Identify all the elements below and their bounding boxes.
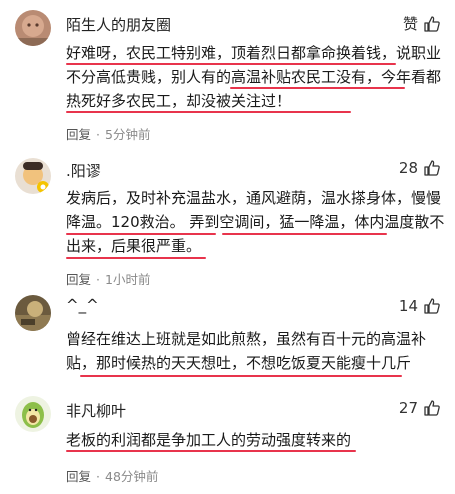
username[interactable]: .阳谬 bbox=[66, 160, 101, 181]
comment-text: 老板的利润都是争加工人的劳动强度转来的 bbox=[66, 431, 352, 449]
timestamp: 48分钟前 bbox=[105, 469, 159, 484]
thumbs-up-icon bbox=[423, 399, 441, 417]
highlight-underline bbox=[230, 87, 405, 89]
username[interactable]: 非凡柳叶 bbox=[66, 400, 126, 421]
like-button[interactable]: 14 bbox=[399, 297, 441, 315]
comment-meta: 回复 · 5分钟前 bbox=[66, 127, 151, 142]
comment-2: .阳谬 28 发病后，及时补充温盐水，通风避荫，温水搽身体，慢慢降温。120救治… bbox=[0, 150, 455, 287]
highlight-underline bbox=[66, 233, 216, 235]
like-label: 赞 bbox=[402, 15, 418, 33]
username[interactable]: 陌生人的朋友圈 bbox=[66, 14, 171, 35]
reply-link[interactable]: 回复 bbox=[66, 127, 91, 142]
comment-1: 陌生人的朋友圈 赞 好难呀，农民工特别难，顶着烈日都拿命换着钱，说职业不分高低贵… bbox=[0, 0, 455, 150]
comment-3: ^_^ 14 曾经在维达上班就是如此煎熬，虽然有百十元的高温补贴，那时候热的天天… bbox=[0, 285, 455, 395]
avatar[interactable] bbox=[15, 396, 51, 432]
highlight-underline bbox=[66, 63, 396, 65]
thumbs-up-icon bbox=[423, 297, 441, 315]
like-count: 28 bbox=[398, 159, 418, 177]
like-button[interactable]: 27 bbox=[399, 399, 441, 417]
highlight-underline bbox=[66, 111, 351, 113]
username[interactable]: ^_^ bbox=[66, 296, 99, 314]
avatar[interactable] bbox=[15, 158, 51, 194]
comment-meta: 回复 · 48分钟前 bbox=[66, 469, 159, 484]
timestamp: 5分钟前 bbox=[105, 127, 151, 142]
reply-link[interactable]: 回复 bbox=[66, 469, 91, 484]
thumbs-up-icon bbox=[423, 159, 441, 177]
comment-text: 发病后，及时补充温盐水，通风避荫，温水搽身体，慢慢降温。120救治。 弄到空调间… bbox=[66, 189, 445, 255]
highlight-underline bbox=[66, 450, 356, 452]
comment-text: 好难呀，农民工特别难，顶着烈日都拿命换着钱，说职业不分高低贵贱，别人有的高温补贴… bbox=[66, 44, 442, 110]
thumbs-up-icon bbox=[423, 15, 441, 33]
like-count: 14 bbox=[398, 297, 418, 315]
like-count: 27 bbox=[398, 399, 418, 417]
like-button[interactable]: 赞 bbox=[403, 13, 441, 34]
like-button[interactable]: 28 bbox=[399, 159, 441, 177]
avatar[interactable] bbox=[15, 295, 51, 331]
comment-text: 曾经在维达上班就是如此煎熬，虽然有百十元的高温补贴，那时候热的天天想吐，不想吃饭… bbox=[66, 330, 427, 372]
highlight-underline bbox=[80, 375, 402, 377]
highlight-underline bbox=[222, 233, 387, 235]
comment-4: 非凡柳叶 27 老板的利润都是争加工人的劳动强度转来的 回复 · 48分钟前 bbox=[0, 392, 455, 494]
highlight-underline bbox=[66, 257, 206, 259]
avatar[interactable] bbox=[15, 10, 51, 46]
